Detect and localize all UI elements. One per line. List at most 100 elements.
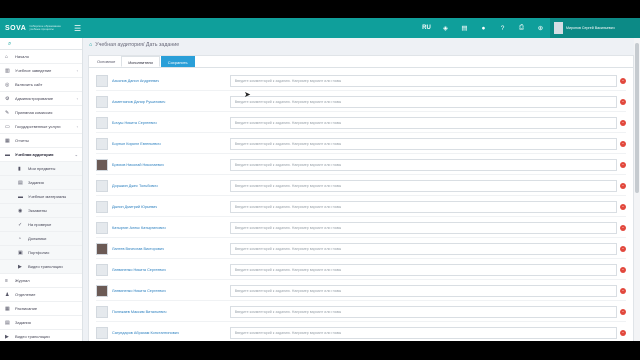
scrollbar[interactable] [634, 38, 640, 341]
student-name[interactable]: Ахметзянов Данир Рушатович [112, 100, 230, 104]
remove-icon[interactable]: − [620, 78, 626, 84]
comment-input[interactable]: Введите комментарий к заданию. Например … [229, 96, 618, 108]
student-row: Катыргин Алекс Катыргинович Введите комме… [96, 219, 626, 238]
sidebar-item[interactable]: ▬ Учебная аудитория ⌄ [0, 148, 82, 162]
sidebar-item[interactable]: ≡ Журнал [0, 274, 82, 288]
sidebar-item-label: Журнал [15, 278, 30, 283]
student-name[interactable]: Полежаев Максим Витальевич [112, 310, 230, 314]
remove-icon[interactable]: − [620, 309, 626, 315]
comment-input[interactable]: Введите комментарий к заданию. Например … [229, 306, 618, 318]
remove-icon[interactable]: − [620, 120, 626, 126]
remove-icon[interactable]: − [620, 204, 626, 210]
sidebar-item[interactable]: ▤ Задания [0, 316, 82, 330]
sidebar-item[interactable]: ⚙ Администрирование ‹ [0, 92, 82, 106]
sidebar-item[interactable]: ◔ Должники [0, 232, 82, 246]
calendar-icon: ▦ [5, 305, 10, 312]
remove-icon[interactable]: − [620, 183, 626, 189]
student-name[interactable]: Ахьянов Данил Андреевич [112, 79, 230, 83]
student-name[interactable]: Латвиненко Никита Сергеевич [112, 289, 230, 293]
student-name[interactable]: Брюхов Николай Николаевич [112, 163, 230, 167]
print-icon[interactable]: ⎙ [512, 24, 531, 32]
help-icon[interactable]: ? [493, 25, 512, 32]
student-name[interactable]: Бортын Кирилл Евгеньевич [112, 142, 230, 146]
comment-input[interactable]: Введите комментарий к заданию. Например … [229, 117, 618, 129]
comment-input[interactable]: Введите комментарий к заданию. Например … [229, 180, 618, 192]
student-name[interactable]: Сагундаров Абрахам Константинович [112, 331, 230, 335]
sidebar-item[interactable]: ▶ Видео трансляции [0, 260, 82, 274]
sidebar-item[interactable]: ▶ Видео трансляции [0, 330, 82, 341]
save-button[interactable]: Сохранить [160, 56, 195, 67]
avatar [96, 75, 108, 87]
comment-input[interactable]: Введите комментарий к заданию. Например … [229, 327, 618, 339]
tab[interactable]: Основное [91, 56, 121, 67]
sidebar-item[interactable]: ⌂ Начало [0, 50, 82, 64]
debt-icon: ◔ [18, 235, 22, 242]
student-name[interactable]: Лаптев Вячеслав Викторович [112, 247, 230, 251]
avatar [96, 138, 108, 150]
remove-icon[interactable]: − [620, 288, 626, 294]
sidebar-item[interactable]: ▦ Расписание [0, 302, 82, 316]
avatar [96, 96, 108, 108]
menu-toggle-icon[interactable]: ☰ [74, 24, 86, 33]
support-icon[interactable]: ⊕ [531, 24, 550, 32]
sidebar-item[interactable]: ▣ Портфолио [0, 246, 82, 260]
remove-icon[interactable]: − [620, 330, 626, 336]
student-row: Брюхов Николай Николаевич Введите коммент… [96, 156, 626, 175]
user-menu[interactable]: Миронов Сергей Васильевич [550, 18, 640, 38]
student-name[interactable]: Латвиненко Никита Сергеевич [112, 268, 230, 272]
tab[interactable]: Исполнители [121, 56, 160, 67]
remove-icon[interactable]: − [620, 246, 626, 252]
top-bar: SOVA Сибирское образование учебные проце… [0, 18, 640, 38]
sidebar-item[interactable]: ▭ Государственные услуги ‹ [0, 120, 82, 134]
remove-icon[interactable]: − [620, 99, 626, 105]
breadcrumb-text: Учебная аудитория/ Дать задание [95, 42, 180, 48]
student-name[interactable]: Доршкин Джес Тольбович [112, 184, 230, 188]
language-switch[interactable]: RU [417, 25, 436, 31]
comment-input[interactable]: Введите комментарий к заданию. Например … [229, 138, 618, 150]
sidebar-item[interactable]: ▦ Отчеты [0, 134, 82, 148]
comment-input[interactable]: Введите комментарий к заданию. Например … [229, 264, 618, 276]
avatar [96, 222, 108, 234]
student-name[interactable]: Катыргин Алекс Катыргинович [112, 226, 230, 230]
remove-icon[interactable]: − [620, 225, 626, 231]
comment-input[interactable]: Введите комментарий к заданию. Например … [229, 285, 618, 297]
clipboard-icon[interactable]: ▤ [455, 24, 474, 32]
tasks2-icon: ▤ [5, 319, 10, 326]
sidebar-item[interactable]: ✎ Приемная комиссия [0, 106, 82, 120]
comment-input[interactable]: Введите комментарий к заданию. Например … [229, 243, 618, 255]
sidebar-item[interactable]: ✓ На проверке [0, 218, 82, 232]
logo[interactable]: SOVA Сибирское образование учебные проце… [0, 18, 82, 38]
avatar [96, 159, 108, 171]
comment-input[interactable]: Введите комментарий к заданию. Например … [229, 201, 618, 213]
sidebar-item[interactable]: ◉ Экзамены [0, 204, 82, 218]
sidebar-item[interactable]: ▮ Мои предметы [0, 162, 82, 176]
user-icon[interactable]: ● [474, 25, 493, 32]
sidebar-item-label: Видео трансляции [28, 264, 63, 269]
folder-icon: ▬ [18, 193, 23, 200]
sidebar-item[interactable]: ▬ Учебные материалы [0, 190, 82, 204]
sidebar-item[interactable]: ♟ Отделение [0, 288, 82, 302]
student-name[interactable]: Дынин Дмитрий Юрьевич [112, 205, 230, 209]
student-row: Латвиненко Никита Сергеевич Введите комме… [96, 282, 626, 301]
app-screen: SOVA Сибирское образование учебные проце… [0, 18, 640, 341]
remove-icon[interactable]: − [620, 162, 626, 168]
search-icon[interactable]: ⌕ [0, 38, 82, 50]
sidebar-item-label: Мои предметы [28, 166, 56, 171]
sidebar-item[interactable]: ◎ Включить сайт [0, 78, 82, 92]
scrollbar-thumb[interactable] [635, 43, 639, 193]
sidebar-item[interactable]: ▥ Учебное заведение ‹ [0, 64, 82, 78]
remove-icon[interactable]: − [620, 267, 626, 273]
student-name[interactable]: Бочуш Никита Сергеевич [112, 121, 230, 125]
main-content: ⌂ Учебная аудитория/ Дать задание Основн… [83, 38, 640, 341]
comment-input[interactable]: Введите комментарий к заданию. Например … [229, 159, 618, 171]
remove-icon[interactable]: − [620, 141, 626, 147]
comment-input[interactable]: Введите комментарий к заданию. Например … [229, 75, 618, 87]
comment-input[interactable]: Введите комментарий к заданию. Например … [229, 222, 618, 234]
sidebar-item[interactable]: ▤ Задания [0, 176, 82, 190]
chevron-icon: ⌄ [74, 152, 78, 157]
student-row: Ахметзянов Данир Рушатович Введите коммен… [96, 93, 626, 112]
building-icon: ▥ [5, 67, 10, 74]
layers-icon[interactable]: ◈ [436, 24, 455, 32]
student-row: Дынин Дмитрий Юрьевич Введите комментарий… [96, 198, 626, 217]
home-icon[interactable]: ⌂ [89, 42, 92, 48]
